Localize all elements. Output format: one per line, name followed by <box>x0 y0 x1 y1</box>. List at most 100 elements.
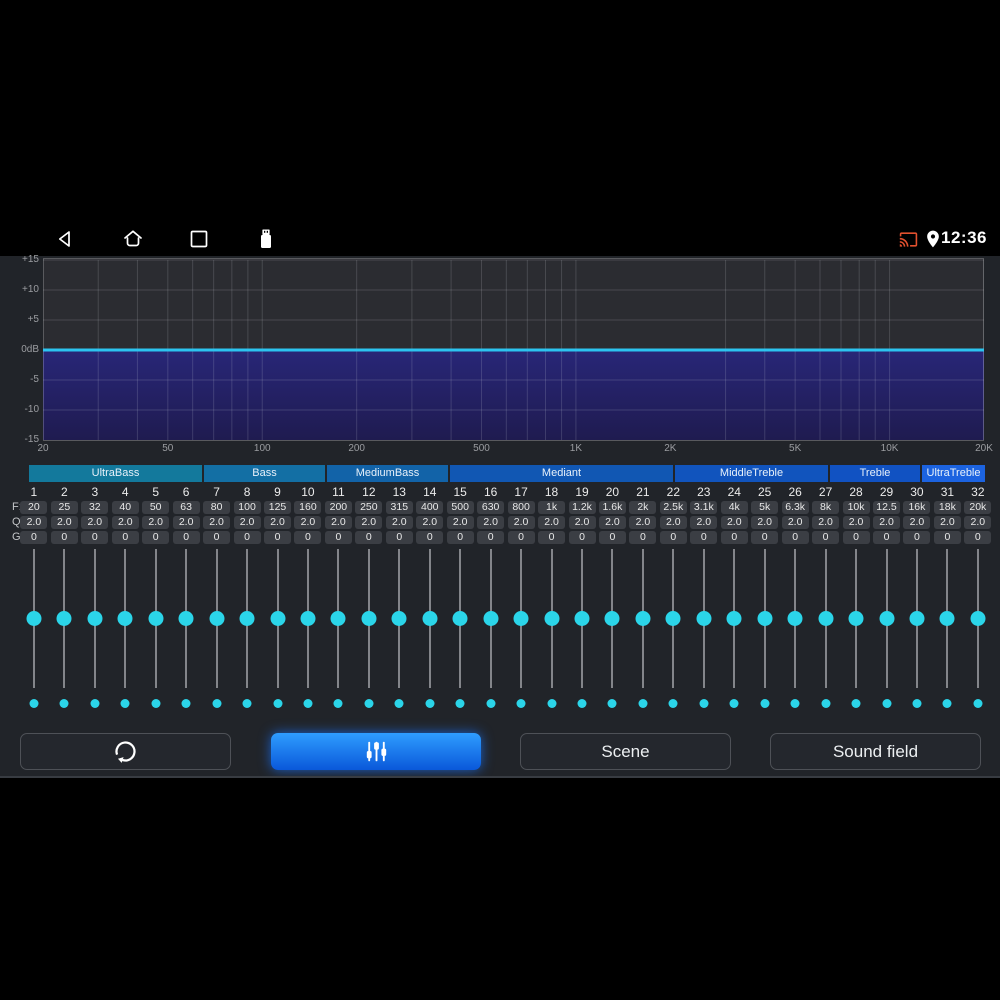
band-segment-mediant: Mediant <box>450 465 673 482</box>
gain-slider-knob[interactable] <box>726 610 742 626</box>
channel-indicator-dot[interactable] <box>699 698 709 708</box>
gain-slider-knob[interactable] <box>361 610 377 626</box>
eq-channel-column: 13 315 2.0 0 <box>384 485 415 711</box>
channel-indicator-dot[interactable] <box>729 698 739 708</box>
band-segment-ultrabass: UltraBass <box>29 465 202 482</box>
channel-indicator-dot[interactable] <box>273 698 282 708</box>
channel-gain-value: 0 <box>538 531 566 544</box>
channel-indicator-dot[interactable] <box>333 698 343 708</box>
eq-channel-column: 1 20 2.0 0 <box>18 485 49 711</box>
eq-channel-column: 14 400 2.0 0 <box>414 485 445 711</box>
recents-icon[interactable] <box>187 227 211 251</box>
channel-indicator-dot[interactable] <box>851 698 861 708</box>
back-icon[interactable] <box>54 227 78 251</box>
gain-slider-knob[interactable] <box>665 610 681 626</box>
sound-field-button-label: Sound field <box>832 741 919 761</box>
channel-indicator-dot[interactable] <box>151 698 161 708</box>
gain-slider-knob[interactable] <box>483 610 499 626</box>
channel-indicator-dot[interactable] <box>364 698 374 708</box>
channel-indicator-dot[interactable] <box>59 698 69 708</box>
gain-slider-knob[interactable] <box>391 610 407 626</box>
channel-indicator-dot[interactable] <box>394 698 404 708</box>
channel-indicator-dot[interactable] <box>942 698 952 708</box>
channel-indicator-dot[interactable] <box>577 698 587 708</box>
channel-indicator-dot[interactable] <box>973 698 983 708</box>
channel-gain-value: 0 <box>264 531 291 544</box>
channel-gain-value: 0 <box>203 531 231 544</box>
gain-slider-knob[interactable] <box>209 610 225 626</box>
channel-indicator-dot[interactable] <box>668 698 678 708</box>
equalizer-button[interactable] <box>271 733 481 770</box>
channel-indicator-dot[interactable] <box>120 698 130 708</box>
db-tick-label: -5 <box>30 374 39 385</box>
channel-indicator-dot[interactable] <box>303 698 313 708</box>
channel-indicator-dot[interactable] <box>760 698 770 708</box>
gain-slider-knob[interactable] <box>939 610 955 626</box>
channel-q-value: 2.0 <box>20 516 48 529</box>
sound-field-button[interactable]: Sound field <box>770 733 981 770</box>
eq-channel-column: 15 500 2.0 0 <box>445 485 476 711</box>
channel-gain-value: 0 <box>50 531 78 544</box>
gain-slider-knob[interactable] <box>604 610 620 626</box>
gain-slider-knob[interactable] <box>848 610 864 626</box>
gain-slider-knob[interactable] <box>330 610 346 626</box>
channel-gain-value: 0 <box>416 531 444 544</box>
gain-slider-knob[interactable] <box>300 610 316 626</box>
channel-indicator-dot[interactable] <box>638 698 648 708</box>
eq-channel-column: 7 80 2.0 0 <box>201 485 232 711</box>
channel-frequency-value: 5k <box>751 501 779 514</box>
gain-slider-knob[interactable] <box>422 610 438 626</box>
channel-q-value: 2.0 <box>416 516 444 529</box>
channel-frequency-value: 25 <box>50 501 78 514</box>
channel-frequency-value: 250 <box>355 501 383 514</box>
eq-channel-column: 12 250 2.0 0 <box>353 485 384 711</box>
channel-indicator-dot[interactable] <box>547 698 557 708</box>
gain-slider-knob[interactable] <box>26 610 42 626</box>
channel-indicator-dot[interactable] <box>29 698 39 708</box>
channel-q-value: 2.0 <box>50 516 78 529</box>
channel-indicator-dot[interactable] <box>425 698 435 708</box>
home-icon[interactable] <box>121 227 145 251</box>
gain-slider-knob[interactable] <box>970 610 986 626</box>
eq-channel-column: 23 3.1k 2.0 0 <box>688 485 719 711</box>
channel-indicator-dot[interactable] <box>212 698 222 708</box>
gain-slider-knob[interactable] <box>148 610 164 626</box>
gain-slider-knob[interactable] <box>879 610 894 626</box>
gain-slider-knob[interactable] <box>696 610 712 626</box>
channel-indicator-dot[interactable] <box>516 698 526 708</box>
gain-slider-knob[interactable] <box>178 610 194 626</box>
bottom-divider <box>0 776 1000 778</box>
channel-indicator-dot[interactable] <box>912 698 922 708</box>
gain-slider-knob[interactable] <box>56 610 72 626</box>
gain-slider-knob[interactable] <box>635 610 651 626</box>
gain-slider-knob[interactable] <box>513 610 529 626</box>
channel-indicator-dot[interactable] <box>607 698 617 708</box>
channel-indicator-dot[interactable] <box>821 698 831 708</box>
channel-indicator-dot[interactable] <box>181 698 191 708</box>
gain-slider-knob[interactable] <box>87 610 103 626</box>
gain-slider-knob[interactable] <box>544 610 560 626</box>
usb-icon[interactable] <box>254 227 278 251</box>
gain-slider-knob[interactable] <box>818 610 834 626</box>
gain-slider-knob[interactable] <box>239 610 255 626</box>
frequency-tick-label: 5K <box>789 443 802 454</box>
gain-slider-knob[interactable] <box>909 610 925 626</box>
channel-indicator-dot[interactable] <box>90 698 100 708</box>
gain-slider-knob[interactable] <box>787 610 803 626</box>
channel-frequency-value: 16k <box>903 501 931 514</box>
scene-button[interactable]: Scene <box>520 733 731 770</box>
gain-slider-knob[interactable] <box>452 610 468 626</box>
gain-slider-knob[interactable] <box>270 610 285 626</box>
channel-indicator-dot[interactable] <box>486 698 496 708</box>
cast-icon <box>899 232 918 247</box>
gain-slider-knob[interactable] <box>757 610 773 626</box>
db-tick-label: -10 <box>24 404 39 415</box>
gain-slider-knob[interactable] <box>574 610 590 626</box>
channel-indicator-dot[interactable] <box>455 698 465 708</box>
channel-indicator-dot[interactable] <box>882 698 891 708</box>
channel-indicator-dot[interactable] <box>242 698 252 708</box>
reset-button[interactable] <box>20 733 231 770</box>
gain-slider-knob[interactable] <box>117 610 133 626</box>
db-tick-label: +10 <box>22 284 39 295</box>
channel-indicator-dot[interactable] <box>790 698 800 708</box>
